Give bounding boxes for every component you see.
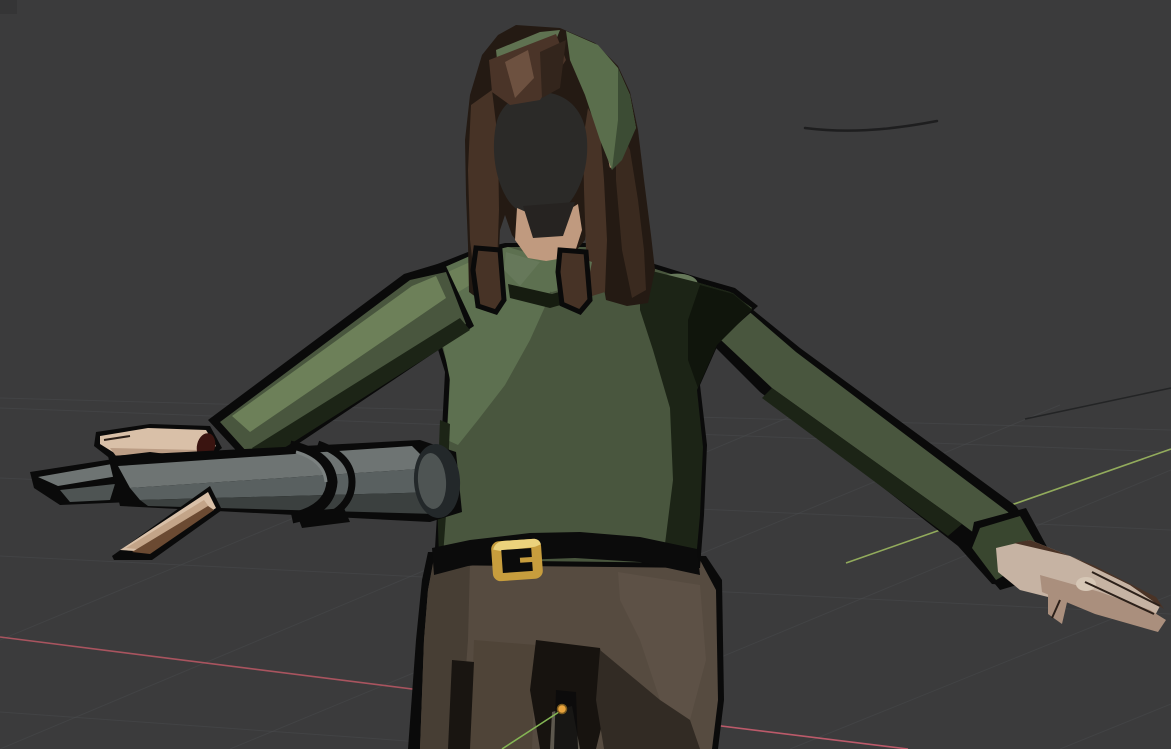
viewport-corner-patch — [0, 0, 17, 14]
pants-left-leg-strip — [448, 660, 474, 749]
front-strand-right — [558, 250, 590, 312]
origin-dot[interactable] — [558, 705, 567, 714]
right-hand-highlight — [1076, 577, 1096, 591]
pants — [408, 552, 724, 749]
3d-viewport[interactable] — [0, 0, 1171, 749]
belt-buckle — [491, 538, 544, 581]
front-strand-left — [473, 248, 504, 312]
pants-center-slit — [554, 690, 578, 749]
